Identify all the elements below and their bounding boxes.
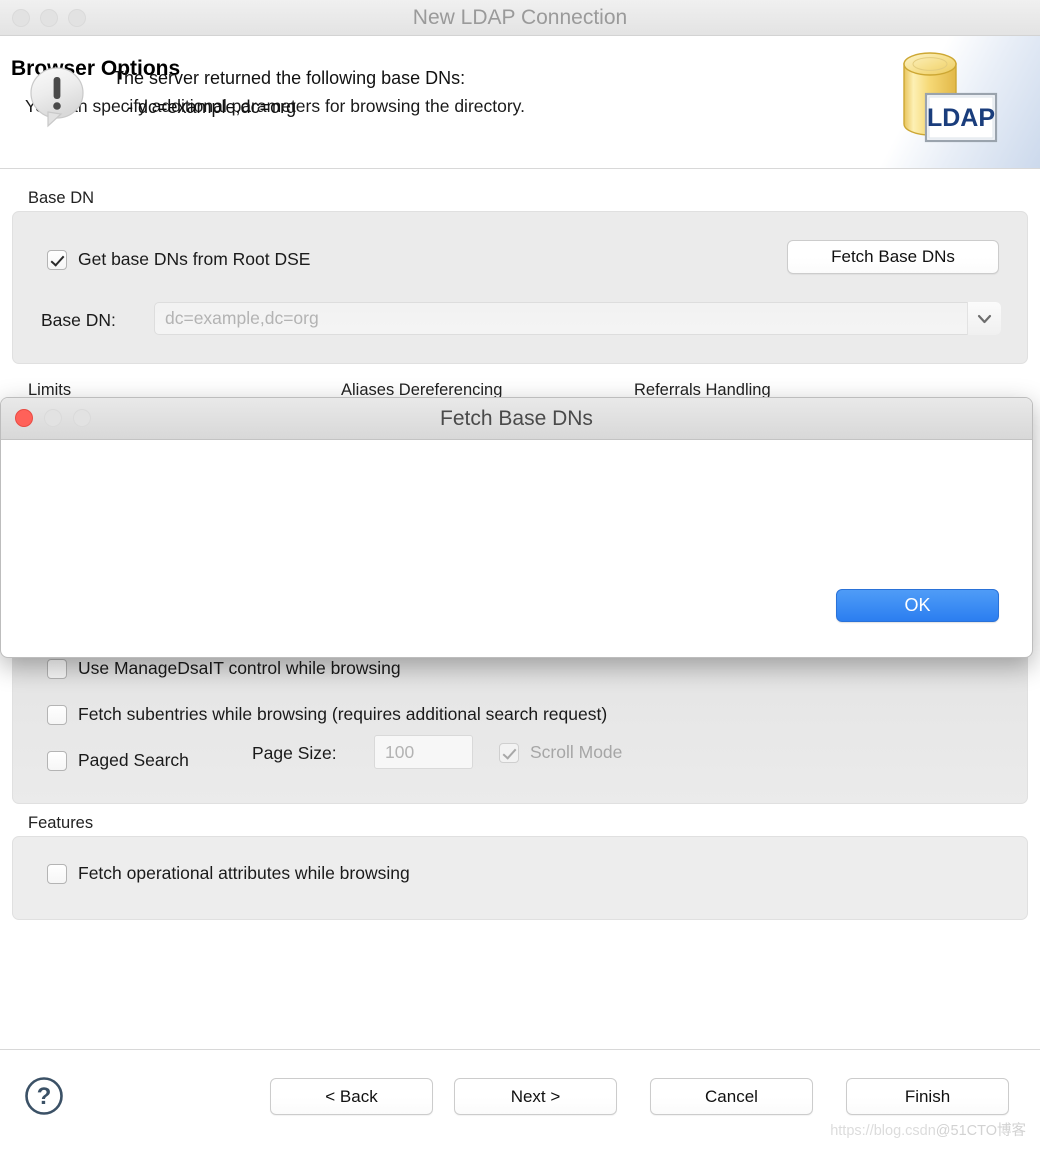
alert-bubble-icon bbox=[30, 67, 84, 128]
next-button-label: Next > bbox=[510, 1086, 561, 1106]
dialog-message-line1: The server returned the following base D… bbox=[113, 68, 466, 88]
features-group-label: Features bbox=[28, 814, 94, 832]
get-base-dns-checkbox[interactable] bbox=[47, 250, 67, 270]
fetch-operational-label: Fetch operational attributes while brows… bbox=[78, 863, 410, 884]
finish-button-label: Finish bbox=[904, 1086, 951, 1106]
fetch-subentries-label: Fetch subentries while browsing (require… bbox=[78, 704, 608, 725]
watermark: https://blog.csdn@51CTO博客 bbox=[830, 1119, 1026, 1140]
manage-dsait-checkbox-row[interactable]: Use ManageDsaIT control while browsing bbox=[47, 659, 401, 679]
controls-group-box: Use ManageDsaIT control while browsing F… bbox=[12, 639, 1028, 804]
dialog-ok-button[interactable]: OK bbox=[836, 589, 999, 622]
app-root: New LDAP Connection Browser Options You … bbox=[0, 0, 1040, 1152]
svg-text:LDAP: LDAP bbox=[927, 104, 995, 132]
manage-dsait-label: Use ManageDsaIT control while browsing bbox=[78, 658, 401, 679]
window-title: New LDAP Connection bbox=[412, 6, 628, 29]
base-dn-field-label: Base DN: bbox=[41, 310, 116, 330]
finish-button[interactable]: Finish bbox=[846, 1078, 1009, 1115]
scroll-mode-checkbox-row[interactable]: Scroll Mode bbox=[499, 743, 622, 763]
fetch-base-dns-label: Fetch Base DNs bbox=[831, 247, 955, 266]
features-group-box: Fetch operational attributes while brows… bbox=[12, 836, 1028, 920]
chevron-down-icon[interactable] bbox=[967, 302, 1001, 335]
dialog-message-line2: - dc=example,dc=org bbox=[127, 97, 297, 117]
page-size-label: Page Size: bbox=[252, 743, 337, 763]
svg-text:?: ? bbox=[37, 1083, 52, 1110]
watermark-url: https://blog.csdn bbox=[830, 1123, 936, 1139]
window-titlebar: New LDAP Connection bbox=[0, 0, 1040, 36]
paged-search-label: Paged Search bbox=[78, 750, 189, 771]
watermark-cn: @51CTO博客 bbox=[935, 1123, 1026, 1139]
chevron-down-glyph bbox=[977, 314, 992, 323]
help-question-icon[interactable]: ? bbox=[24, 1076, 64, 1116]
get-base-dns-checkbox-row[interactable]: Get base DNs from Root DSE bbox=[47, 250, 310, 270]
cancel-button[interactable]: Cancel bbox=[650, 1078, 813, 1115]
manage-dsait-checkbox[interactable] bbox=[47, 659, 67, 679]
wizard-banner: LDAP bbox=[880, 36, 1040, 168]
paged-search-checkbox[interactable] bbox=[47, 751, 67, 771]
base-dn-group-box: Get base DNs from Root DSE Fetch Base DN… bbox=[12, 211, 1028, 364]
get-base-dns-label: Get base DNs from Root DSE bbox=[78, 249, 311, 270]
fetch-subentries-checkbox[interactable] bbox=[47, 705, 67, 725]
base-dn-group: Base DN Get base DNs from Root DSE Fetch… bbox=[0, 189, 1040, 364]
scroll-mode-label: Scroll Mode bbox=[530, 742, 623, 763]
back-button[interactable]: < Back bbox=[270, 1078, 433, 1115]
dialog-message: The server returned the following base D… bbox=[113, 64, 465, 122]
fetch-operational-checkbox[interactable] bbox=[47, 864, 67, 884]
base-dn-input[interactable]: dc=example,dc=org bbox=[154, 302, 1001, 335]
cancel-button-label: Cancel bbox=[705, 1086, 758, 1106]
fetch-subentries-checkbox-row[interactable]: Fetch subentries while browsing (require… bbox=[47, 705, 607, 725]
scroll-mode-checkbox[interactable] bbox=[499, 743, 519, 763]
ldap-database-icon: LDAP bbox=[903, 52, 998, 143]
next-button[interactable]: Next > bbox=[454, 1078, 617, 1115]
base-dn-group-label: Base DN bbox=[28, 189, 95, 207]
fetch-base-dns-button[interactable]: Fetch Base DNs bbox=[787, 240, 999, 274]
paged-search-checkbox-row[interactable]: Paged Search bbox=[47, 751, 189, 771]
base-dn-combobox[interactable]: dc=example,dc=org bbox=[154, 302, 1001, 335]
features-group: Features Fetch operational attributes wh… bbox=[0, 814, 1040, 920]
dialog-ok-label: OK bbox=[904, 595, 931, 615]
dialog-title: Fetch Base DNs bbox=[440, 407, 593, 430]
back-button-label: < Back bbox=[325, 1086, 378, 1106]
fetch-operational-checkbox-row[interactable]: Fetch operational attributes while brows… bbox=[47, 864, 410, 884]
page-size-input[interactable]: 100 bbox=[374, 735, 473, 769]
dialog-titlebar: Fetch Base DNs bbox=[1, 398, 1032, 440]
